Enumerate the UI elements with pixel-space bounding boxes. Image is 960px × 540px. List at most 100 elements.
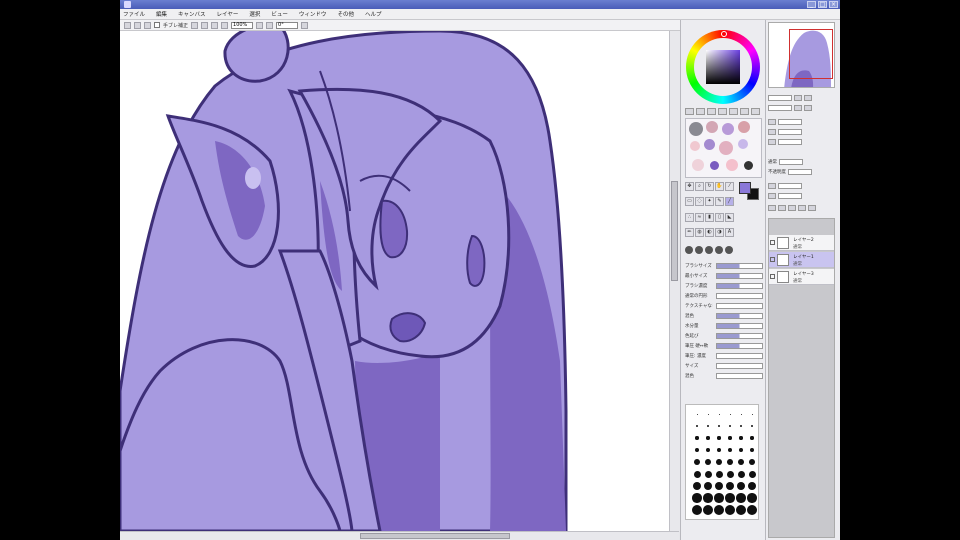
airbrush-tool-icon[interactable]: ∴: [685, 212, 694, 222]
layer-item[interactable]: レイヤー2 通常: [769, 235, 834, 251]
brush-size-preset[interactable]: [725, 493, 735, 503]
hsv-slider-toggle[interactable]: [707, 108, 716, 115]
toolbar-flip-button[interactable]: [301, 21, 309, 29]
new-folder-button[interactable]: [778, 205, 786, 211]
new-layer-button[interactable]: [768, 205, 776, 211]
layer-item[interactable]: レイヤー3 通常: [769, 269, 834, 285]
prop-select[interactable]: [716, 303, 763, 309]
navigator-view-frame[interactable]: [789, 29, 833, 79]
brush-size-preset[interactable]: [716, 447, 722, 453]
brush-size-preset[interactable]: [717, 436, 721, 440]
brush-size-preset[interactable]: [695, 424, 699, 428]
nav-angle-left[interactable]: [794, 105, 802, 111]
menu-file[interactable]: ファイル: [123, 10, 145, 18]
brush-shape-icon[interactable]: [725, 246, 733, 254]
angle-select[interactable]: 0°: [276, 21, 299, 29]
brush-size-preset[interactable]: [736, 493, 746, 503]
brush-size-preset[interactable]: [726, 470, 734, 478]
brush-size-preset[interactable]: [747, 505, 757, 515]
brush-size-preset[interactable]: [728, 424, 732, 428]
scratchpad-toggle[interactable]: [729, 108, 738, 115]
palette-toggle[interactable]: [718, 108, 727, 115]
select-tool-icon[interactable]: ▭: [685, 197, 694, 207]
layer-item-selected[interactable]: レイヤー1 通常: [769, 252, 834, 268]
foreground-color-swatch[interactable]: [739, 182, 751, 194]
brush-size-preset[interactable]: [725, 481, 735, 491]
menu-canvas[interactable]: キャンバス: [178, 10, 206, 18]
nav-angle-field[interactable]: [768, 105, 792, 111]
menu-edit[interactable]: 編集: [156, 10, 167, 18]
hand-tool-icon[interactable]: ✋: [715, 182, 724, 191]
maximize-button[interactable]: □: [818, 1, 827, 8]
brush-size-preset[interactable]: [749, 459, 755, 465]
nav-angle-right[interactable]: [804, 105, 812, 111]
brush-size-preset[interactable]: [748, 470, 756, 478]
prop-slider[interactable]: [716, 323, 763, 329]
watercolor-tool-icon[interactable]: ≈: [695, 212, 704, 222]
menu-other[interactable]: その他: [337, 10, 354, 18]
antialias-checkbox[interactable]: [154, 22, 160, 28]
zoom-tool-icon[interactable]: ⌕: [695, 182, 704, 191]
brush-size-preset[interactable]: [714, 505, 724, 515]
brush-shape-icon[interactable]: [695, 246, 703, 254]
menu-view[interactable]: ビュー: [271, 10, 288, 18]
toolbar-zoom-out-button[interactable]: [201, 21, 209, 29]
drawing-canvas[interactable]: [120, 31, 669, 531]
brush-size-preset[interactable]: [738, 447, 744, 453]
toolbar-rotate-left-button[interactable]: [256, 21, 264, 29]
layer-prop-field[interactable]: [778, 119, 802, 125]
brush-size-preset[interactable]: [725, 505, 735, 515]
prop-slider[interactable]: [716, 283, 763, 289]
color-wheel[interactable]: [686, 30, 760, 104]
layer-prop-button[interactable]: [768, 119, 776, 125]
menu-window[interactable]: ウィンドウ: [299, 10, 327, 18]
scratchpad-area[interactable]: [685, 118, 762, 178]
rgb-slider-toggle[interactable]: [696, 108, 705, 115]
prop-slider[interactable]: [716, 333, 763, 339]
brush-size-preset[interactable]: [736, 505, 746, 515]
nav-zoom-minus[interactable]: [794, 95, 802, 101]
vertical-scrollbar[interactable]: [669, 31, 680, 531]
brush-size-preset[interactable]: [738, 459, 744, 465]
prop-select[interactable]: [716, 293, 763, 299]
brush-size-grid[interactable]: [685, 404, 759, 520]
layer-visibility-icon[interactable]: [770, 274, 775, 279]
horizontal-scrollbar[interactable]: [120, 531, 679, 540]
layer-visibility-icon[interactable]: [770, 257, 775, 262]
toolbar-show-selection-button[interactable]: [144, 21, 151, 29]
brush-size-preset[interactable]: [749, 447, 755, 453]
prop-checkbox-row[interactable]: [716, 373, 763, 379]
brush-size-preset[interactable]: [706, 436, 710, 440]
brush-size-preset[interactable]: [717, 424, 721, 428]
protect-alpha-checkbox[interactable]: [768, 183, 776, 189]
text-tool-icon[interactable]: A: [725, 227, 734, 237]
swatches-toggle[interactable]: [740, 108, 749, 115]
opacity-slider[interactable]: [788, 169, 812, 175]
brush-tool-icon[interactable]: ╱: [725, 197, 734, 207]
layer-prop-field[interactable]: [778, 129, 802, 135]
blur-tool-icon[interactable]: ◍: [695, 227, 704, 237]
brush-size-preset[interactable]: [705, 447, 711, 453]
brush-shape-icon[interactable]: [685, 246, 693, 254]
prop-checkbox-row[interactable]: [716, 353, 763, 359]
rotate-tool-icon[interactable]: ↻: [705, 182, 714, 191]
brush-size-preset[interactable]: [692, 493, 702, 503]
select-pen-icon[interactable]: ◐: [705, 227, 714, 237]
layer-prop-button[interactable]: [768, 129, 776, 135]
brush-size-preset[interactable]: [693, 470, 701, 478]
merge-layer-button[interactable]: [798, 205, 806, 211]
brush-size-preset[interactable]: [740, 413, 742, 415]
brush-size-preset[interactable]: [703, 505, 713, 515]
brush-size-preset[interactable]: [706, 424, 710, 428]
menu-layer[interactable]: レイヤー: [217, 10, 239, 18]
toolbar-zoom-fit-button[interactable]: [221, 21, 229, 29]
brush-size-preset[interactable]: [692, 505, 702, 515]
prop-slider[interactable]: [716, 313, 763, 319]
lasso-tool-icon[interactable]: ◌: [695, 197, 704, 207]
minimize-button[interactable]: _: [807, 1, 816, 8]
horizontal-scroll-thumb[interactable]: [360, 533, 510, 539]
layer-prop-button[interactable]: [768, 139, 776, 145]
brush-size-preset[interactable]: [714, 481, 724, 491]
layer-prop-field[interactable]: [778, 139, 802, 145]
brush-size-preset[interactable]: [716, 459, 722, 465]
